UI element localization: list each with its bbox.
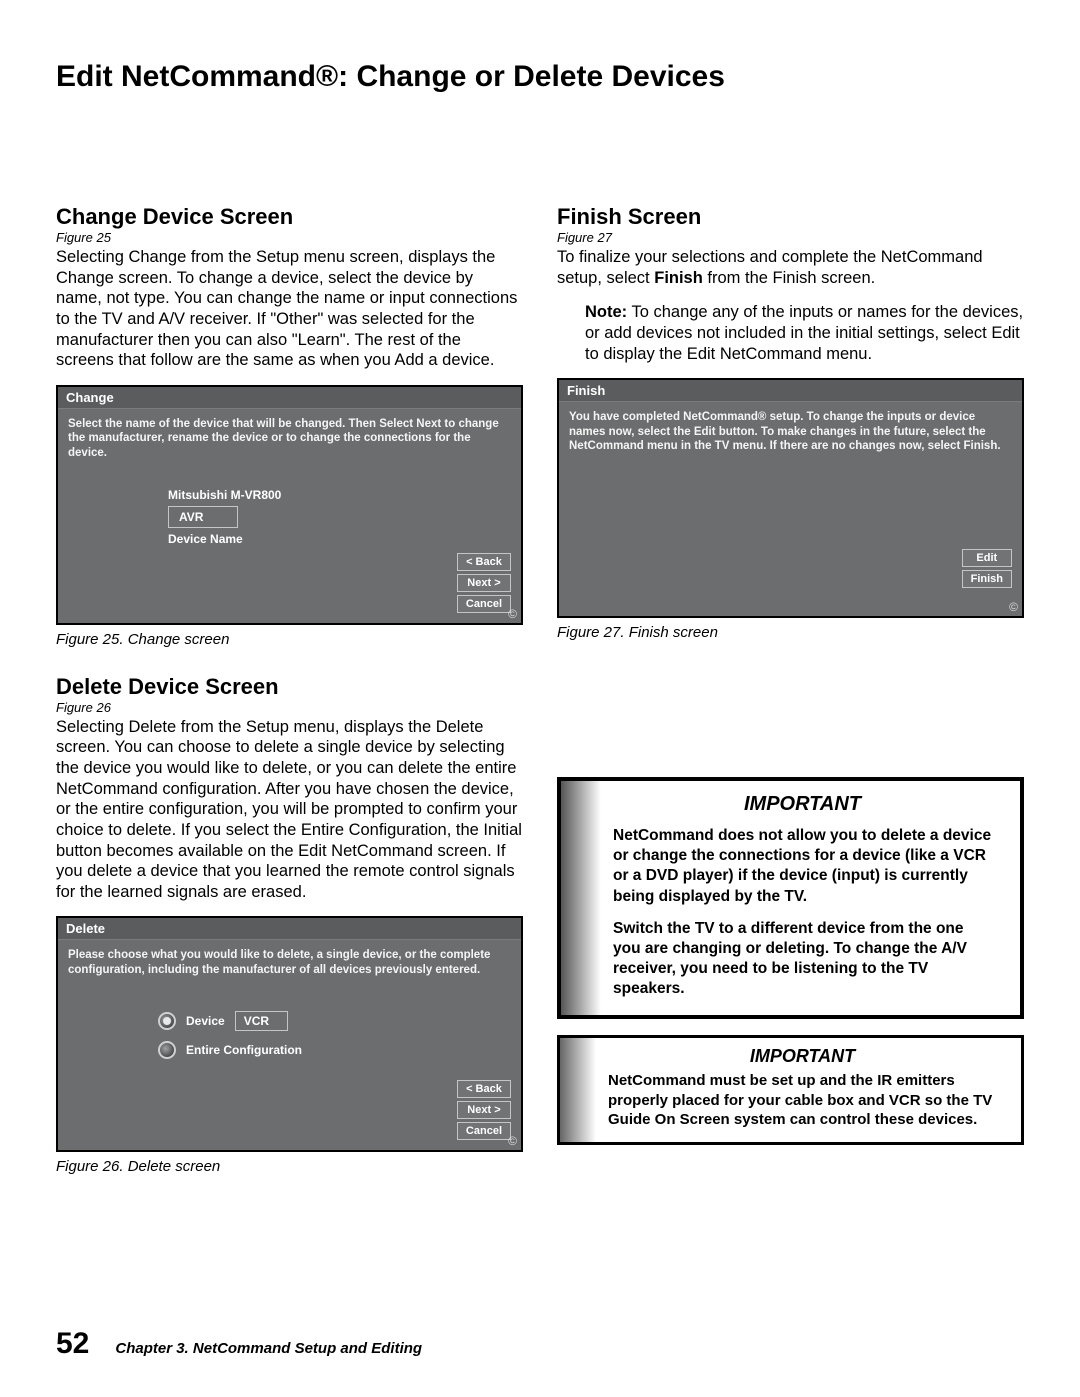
screenshot-delete: Delete Please choose what you would like… xyxy=(56,916,523,1152)
heading-change-device: Change Device Screen xyxy=(56,204,523,230)
finish-note: Note: To change any of the inputs or nam… xyxy=(585,302,1024,364)
page-title: Edit NetCommand®: Change or Delete Devic… xyxy=(56,60,1024,94)
figref-26: Figure 26 xyxy=(56,700,523,715)
edit-button[interactable]: Edit xyxy=(962,549,1012,567)
cancel-button[interactable]: Cancel xyxy=(457,595,511,613)
figure-25-caption: Figure 25. Change screen xyxy=(56,631,523,648)
finish-note-body: To change any of the inputs or names for… xyxy=(585,303,1023,362)
page-number: 52 xyxy=(56,1327,89,1361)
change-device-above: Mitsubishi M-VR800 xyxy=(168,488,511,502)
heading-finish: Finish Screen xyxy=(557,204,1024,230)
screenshot-change-instr: Select the name of the device that will … xyxy=(68,417,511,460)
heading-delete-device: Delete Device Screen xyxy=(56,674,523,700)
screenshot-delete-title: Delete xyxy=(58,918,521,940)
radio-entire-config-icon[interactable] xyxy=(158,1041,176,1059)
important-box-1: IMPORTANT NetCommand does not allow you … xyxy=(557,777,1024,1019)
chapter-label: Chapter 3. NetCommand Setup and Editing xyxy=(115,1340,422,1357)
screenshot-finish-instr: You have completed NetCommand® setup. To… xyxy=(569,410,1012,453)
figref-27: Figure 27 xyxy=(557,230,1024,245)
device-select[interactable]: VCR xyxy=(235,1011,288,1031)
important-2-p1: NetCommand must be set up and the IR emi… xyxy=(608,1071,997,1130)
change-device-name-label: Device Name xyxy=(168,532,511,546)
left-column: Change Device Screen Figure 25 Selecting… xyxy=(56,204,523,1201)
corner-icon: © xyxy=(508,1134,517,1148)
footer: 52 Chapter 3. NetCommand Setup and Editi… xyxy=(56,1327,422,1361)
screenshot-delete-instr: Please choose what you would like to del… xyxy=(68,948,511,977)
change-device-body: Selecting Change from the Setup menu scr… xyxy=(56,247,523,371)
corner-icon: © xyxy=(1009,600,1018,614)
radio-entire-config-label: Entire Configuration xyxy=(186,1043,302,1057)
screenshot-change: Change Select the name of the device tha… xyxy=(56,385,523,625)
screenshot-finish: Finish You have completed NetCommand® se… xyxy=(557,378,1024,618)
screenshot-finish-title: Finish xyxy=(559,380,1022,402)
figure-27-caption: Figure 27. Finish screen xyxy=(557,624,1024,641)
back-button[interactable]: < Back xyxy=(457,1080,511,1098)
next-button[interactable]: Next > xyxy=(457,574,511,592)
back-button[interactable]: < Back xyxy=(457,553,511,571)
finish-body: To finalize your selections and complete… xyxy=(557,247,1024,288)
important-1-p1: NetCommand does not allow you to delete … xyxy=(613,826,992,907)
finish-button[interactable]: Finish xyxy=(962,570,1012,588)
radio-device-icon[interactable] xyxy=(158,1012,176,1030)
corner-icon: © xyxy=(508,607,517,621)
radio-device-label: Device xyxy=(186,1014,225,1028)
delete-device-body: Selecting Delete from the Setup menu, di… xyxy=(56,717,523,903)
next-button[interactable]: Next > xyxy=(457,1101,511,1119)
finish-body-bold: Finish xyxy=(654,269,703,287)
cancel-button[interactable]: Cancel xyxy=(457,1122,511,1140)
important-1-p2: Switch the TV to a different device from… xyxy=(613,919,992,1000)
right-column: Finish Screen Figure 27 To finalize your… xyxy=(557,204,1024,1201)
finish-body-post: from the Finish screen. xyxy=(703,269,875,287)
important-2-title: IMPORTANT xyxy=(608,1046,997,1067)
finish-note-label: Note: xyxy=(585,303,627,321)
important-1-title: IMPORTANT xyxy=(613,793,992,816)
figure-26-caption: Figure 26. Delete screen xyxy=(56,1158,523,1175)
important-box-2: IMPORTANT NetCommand must be set up and … xyxy=(557,1035,1024,1145)
change-device-name-input[interactable]: AVR xyxy=(168,506,238,528)
screenshot-change-title: Change xyxy=(58,387,521,409)
figref-25: Figure 25 xyxy=(56,230,523,245)
